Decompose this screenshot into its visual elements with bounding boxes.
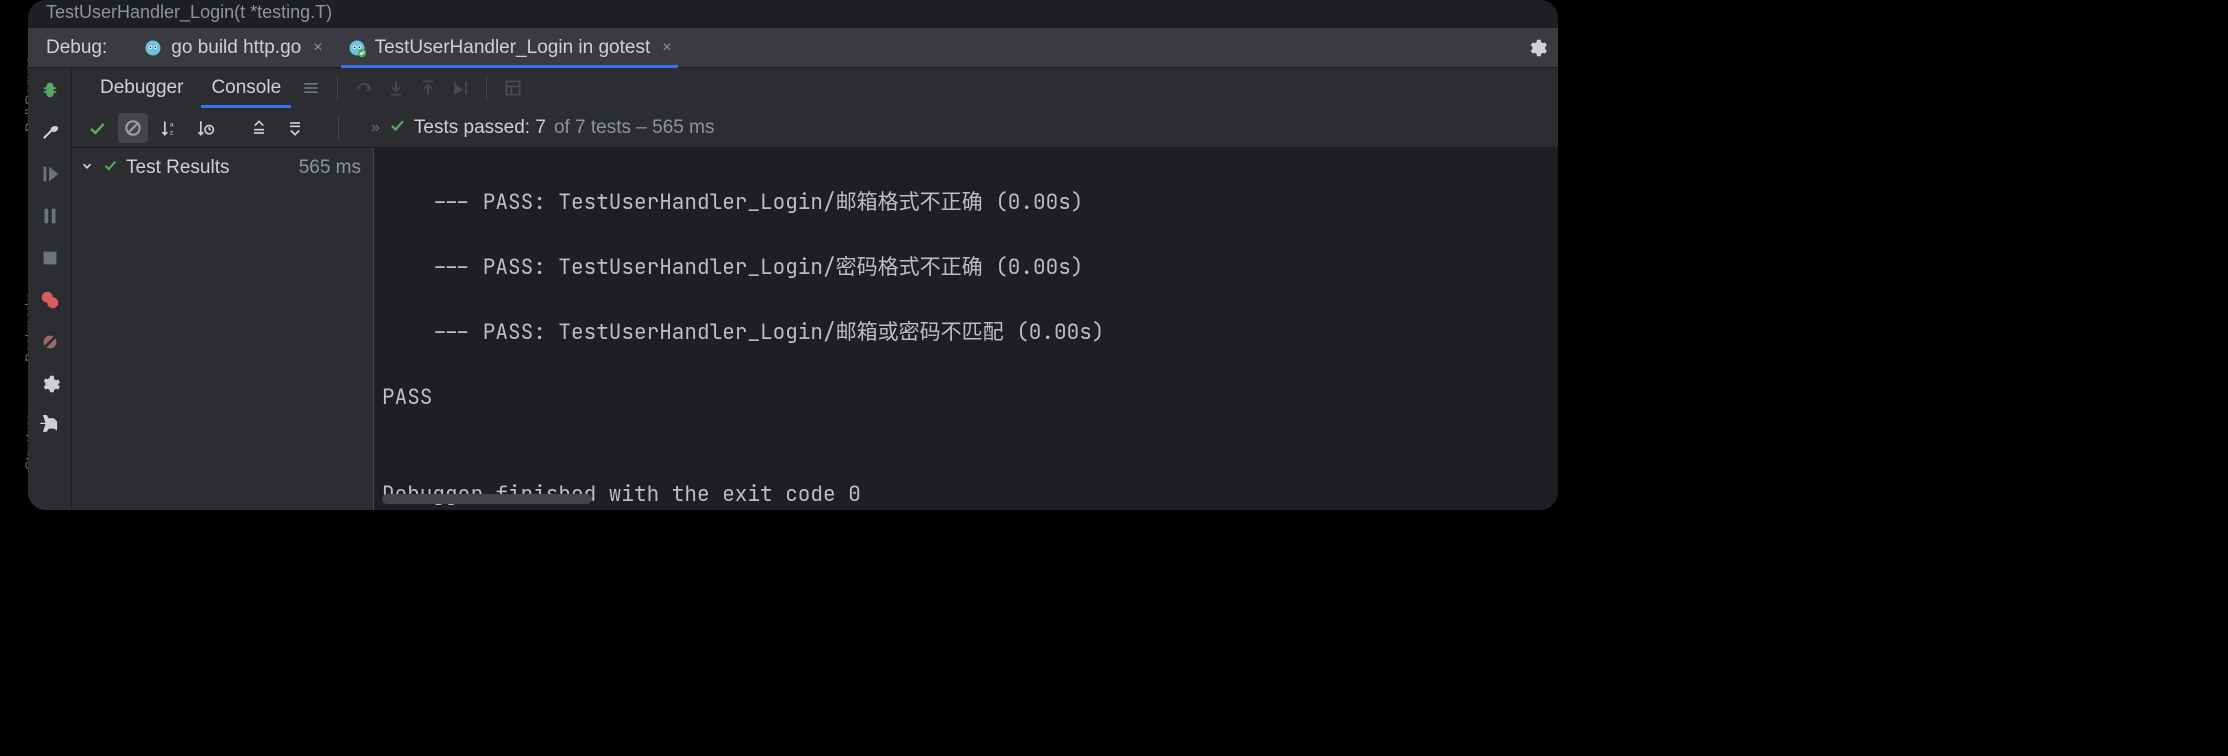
debug-toolwindow: TestUserHandler_Login(t *testing.T) Debu… <box>28 0 1558 510</box>
step-into-icon[interactable] <box>380 72 412 104</box>
check-icon <box>388 116 406 140</box>
chevron-down-icon <box>80 157 94 179</box>
close-icon[interactable]: × <box>313 39 322 57</box>
breadcrumb-text: TestUserHandler_Login(t *testing.T) <box>46 2 332 22</box>
mute-breakpoints-icon[interactable] <box>36 328 64 356</box>
evaluate-expression-icon[interactable] <box>497 72 529 104</box>
console-line: --- PASS: TestUserHandler_Login/邮箱或密码不匹配… <box>382 317 1550 350</box>
run-tab-label: TestUserHandler_Login in gotest <box>375 37 651 59</box>
check-icon <box>102 157 118 179</box>
run-tab-label: go build http.go <box>171 37 301 59</box>
console-line: PASS <box>382 382 1550 415</box>
tests-total-duration: of 7 tests – 565 ms <box>554 117 715 139</box>
tab-debugger[interactable]: Debugger <box>86 68 197 108</box>
debug-tabs-row: Debug: go build http.go × TestUserHandle… <box>28 28 1558 68</box>
run-to-cursor-icon[interactable] <box>444 72 476 104</box>
resume-icon[interactable] <box>36 160 64 188</box>
bug-icon[interactable] <box>36 76 64 104</box>
test-results-time: 565 ms <box>299 157 361 179</box>
console-line: --- PASS: TestUserHandler_Login/邮箱格式不正确 … <box>382 187 1550 220</box>
test-status-row: az » <box>72 108 1558 148</box>
sort-alpha-icon[interactable]: az <box>154 113 184 143</box>
gear-icon[interactable] <box>1526 37 1548 59</box>
wrench-icon[interactable] <box>36 118 64 146</box>
expand-all-icon[interactable] <box>244 113 274 143</box>
gopher-icon <box>143 38 163 58</box>
pin-icon[interactable] <box>36 412 64 440</box>
console-output[interactable]: --- PASS: TestUserHandler_Login/邮箱格式不正确 … <box>374 148 1558 510</box>
test-status-text: » Tests passed: 7 of 7 tests – 565 ms <box>371 116 714 140</box>
breadcrumb: TestUserHandler_Login(t *testing.T) <box>28 0 1558 28</box>
test-results-label: Test Results <box>126 157 229 179</box>
debugger-subtabs-row: Debugger Console <box>72 68 1558 108</box>
settings-icon[interactable] <box>36 370 64 398</box>
gopher-icon <box>347 38 367 58</box>
step-over-icon[interactable] <box>348 72 380 104</box>
debug-label: Debug: <box>46 37 107 59</box>
show-passed-icon[interactable] <box>82 113 112 143</box>
svg-text:a: a <box>170 121 174 128</box>
ide-left-edge-labels: Pull Reques Bookmarks Structure <box>0 0 28 510</box>
close-icon[interactable]: × <box>662 39 671 57</box>
test-results-root[interactable]: Test Results 565 ms <box>72 152 373 184</box>
layout-icon[interactable] <box>295 72 327 104</box>
run-tab-gotest[interactable]: TestUserHandler_Login in gotest × <box>335 28 684 68</box>
pause-icon[interactable] <box>36 202 64 230</box>
show-ignored-icon[interactable] <box>118 113 148 143</box>
test-tree[interactable]: Test Results 565 ms <box>72 148 374 510</box>
horizontal-scrollbar[interactable] <box>382 494 592 504</box>
run-tab-go-build[interactable]: go build http.go × <box>131 28 334 68</box>
step-out-icon[interactable] <box>412 72 444 104</box>
tab-console[interactable]: Console <box>197 68 295 108</box>
view-breakpoints-icon[interactable] <box>36 286 64 314</box>
sort-duration-icon[interactable] <box>190 113 220 143</box>
debug-side-toolbar <box>28 68 72 510</box>
chevrons-icon: » <box>371 119 380 137</box>
stop-icon[interactable] <box>36 244 64 272</box>
collapse-all-icon[interactable] <box>280 113 310 143</box>
console-line: --- PASS: TestUserHandler_Login/密码格式不正确 … <box>382 252 1550 285</box>
tests-passed-count: Tests passed: 7 <box>414 117 546 139</box>
svg-text:z: z <box>170 129 173 136</box>
